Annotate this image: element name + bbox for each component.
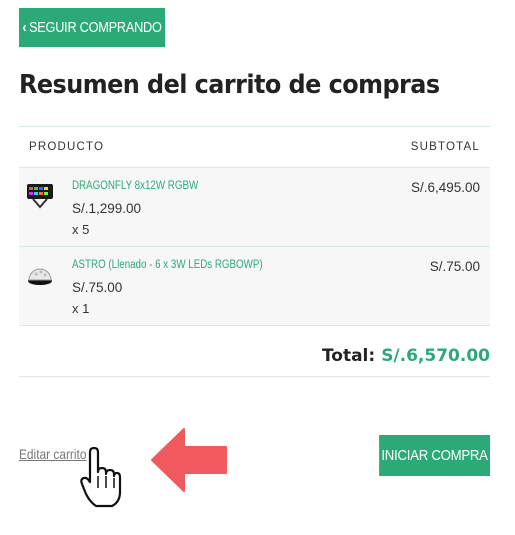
product-quantity: x 1 [72, 301, 90, 316]
product-price: S/.1,299.00 [72, 201, 142, 216]
chevron-left-icon: ‹ [22, 19, 27, 36]
total-value: S/.6,570.00 [381, 346, 490, 366]
product-subtotal: S/.75.00 [429, 259, 480, 274]
hand-pointer-icon [80, 446, 122, 508]
dome-light-icon [28, 268, 52, 285]
cart-total: Total: S/.6,570.00 [19, 336, 490, 377]
product-price: S/.75.00 [72, 280, 123, 295]
page-title: Resumen del carrito de compras [19, 70, 440, 100]
checkout-button[interactable]: INICIAR COMPRA [379, 435, 490, 476]
continue-shopping-button[interactable]: ‹ SEGUIR COMPRANDO [19, 8, 166, 47]
product-subtotal: S/.6,495.00 [410, 180, 480, 195]
column-header-subtotal: SUBTOTAL [410, 141, 480, 153]
product-name-link[interactable]: DRAGONFLY 8x12W RGBW [72, 180, 198, 192]
left-arrow-icon [151, 428, 227, 492]
cart-table: PRODUCTO SUBTOTAL DRAGONFLY 8x12W RGBW S… [19, 126, 490, 326]
product-name-link[interactable]: ASTRO (Llenado - 6 x 3W LEDs RGBOWP) [72, 259, 263, 271]
total-label: Total: [321, 346, 376, 366]
led-bar-light-icon [27, 184, 53, 209]
cart-table-header: PRODUCTO SUBTOTAL [19, 126, 490, 168]
continue-shopping-label: SEGUIR COMPRANDO [29, 19, 162, 36]
column-header-product: PRODUCTO [29, 141, 105, 153]
edit-cart-link[interactable]: Editar carrito [19, 446, 86, 462]
cart-item-row: ASTRO (Llenado - 6 x 3W LEDs RGBOWP) S/.… [19, 247, 490, 326]
product-quantity: x 5 [72, 222, 90, 237]
cart-item-row: DRAGONFLY 8x12W RGBW S/.1,299.00 x 5 S/.… [19, 168, 490, 247]
